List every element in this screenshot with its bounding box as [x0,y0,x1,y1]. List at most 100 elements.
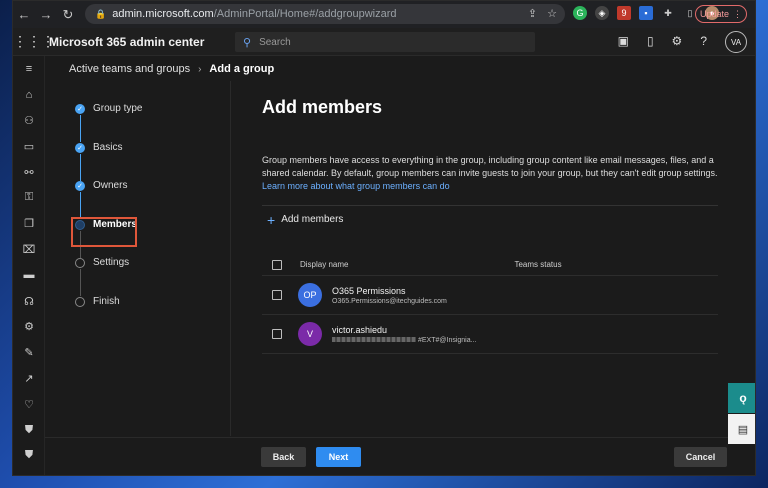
back-arrow-icon[interactable]: ← [13,4,35,26]
next-button[interactable]: Next [316,447,361,467]
lock-icon: 🔒 [95,8,107,19]
column-display-name[interactable]: Display name [300,260,348,269]
reload-icon[interactable]: ↻ [57,4,79,26]
step-check-icon: ✓ [75,142,85,153]
reports-chart-icon[interactable]: ↗ [13,366,45,392]
divider [262,205,718,206]
compliance-shield-icon[interactable]: ⛊ [13,443,45,469]
roles-icon[interactable]: ⚿ [13,185,45,211]
description: Group members have access to everything … [262,155,718,178]
vertical-divider [230,81,231,436]
account-avatar[interactable]: VA [725,31,747,53]
bookmark-star-icon[interactable]: ☆ [547,7,557,20]
step-owners[interactable]: ✓ Owners [75,180,142,219]
avatar: V [298,322,322,346]
row-checkbox[interactable] [272,290,282,300]
step-connector [79,115,81,142]
app-header: ⋮⋮⋮ Microsoft 365 admin center ⚲ Search … [13,28,755,56]
settings-icon[interactable]: ⚙ [13,314,45,340]
select-all-checkbox[interactable] [272,259,282,270]
description-text: Group members have access to everything … [262,154,726,193]
browser-toolbar: ← → ↻ 🔒 admin.microsoft.com /AdminPortal… [13,1,755,28]
step-label: Basics [93,141,123,153]
app-launcher-icon[interactable]: ⋮⋮⋮ [13,33,55,50]
puzzle-extensions-icon[interactable]: ✚ [661,6,675,20]
member-email: O365.Permissions@itechguides.com [332,297,447,305]
setup-wrench-icon[interactable]: ✎ [13,340,45,366]
step-label: Group type [93,103,143,114]
step-basics[interactable]: ✓ Basics [75,142,142,181]
step-group-type[interactable]: ✓ Group type [75,103,142,142]
breadcrumb-parent-link[interactable]: Active teams and groups [69,63,190,75]
step-connector [79,153,81,181]
redacted-text [332,337,416,343]
billing-bag-icon[interactable]: ⌧ [13,237,45,263]
home-icon[interactable]: ⌂ [13,82,45,108]
devices-icon[interactable]: ▭ [13,133,45,159]
health-heart-icon[interactable]: ♡ [13,391,45,417]
step-label: Owners [93,180,128,191]
settings-gear-icon[interactable]: ⚙ [672,34,683,48]
add-members-label: Add members [281,214,344,225]
step-check-icon: ✓ [75,104,85,114]
page-title: Add members [262,97,383,117]
plus-icon: + [267,211,276,228]
add-members-button[interactable]: + Add members [267,211,344,228]
step-settings[interactable]: Settings [75,257,142,296]
avatar: OP [298,283,322,307]
step-label: Settings [93,257,130,268]
extension-badge-icon[interactable]: 9 [617,6,631,20]
table-header: Display name Teams status [262,254,718,276]
hamburger-menu-icon[interactable]: ≡ [13,56,45,82]
forward-arrow-icon[interactable]: → [35,4,57,26]
member-name: victor.ashiedu [332,324,388,335]
step-pending-icon [75,258,85,268]
step-pending-icon [75,296,85,307]
shield-extension-icon[interactable]: ◈ [595,6,609,20]
breadcrumb: Active teams and groups › Add a group [69,63,274,75]
member-email-row: #EXT#@Insignia... [332,337,476,344]
share-icon[interactable]: ⇪ [528,7,537,20]
url-host: admin.microsoft.com [112,8,214,20]
step-connector [79,192,81,219]
update-label: Update [699,9,730,19]
groups-icon[interactable]: ⚯ [13,159,45,185]
assistant-icon[interactable]: ǫ [728,383,755,413]
left-nav-rail: ≡ ⌂ ⚇ ▭ ⚯ ⚿ ❐ ⌧ ▬ ☊ ⚙ ✎ ↗ ♡ ⛊ ⛊ [13,56,45,475]
breadcrumb-current: Add a group [209,63,275,75]
update-button[interactable]: Update ⋮ [695,5,747,23]
terminal-icon[interactable]: ▣ [618,34,629,48]
security-shield-icon[interactable]: ⛊ [13,417,45,443]
url-path: /AdminPortal/Home#/addgroupwizard [213,8,397,20]
kebab-menu-icon: ⋮ [733,8,743,19]
column-teams-status[interactable]: Teams status [514,260,561,269]
cancel-button[interactable]: Cancel [674,447,727,467]
grammarly-extension-icon[interactable]: G [573,6,587,20]
members-step-highlight [71,217,137,247]
step-label: Finish [93,295,120,307]
row-checkbox[interactable] [272,329,282,339]
table-row[interactable]: V victor.ashiedu #EXT#@Insignia... [262,315,718,354]
back-button[interactable]: Back [261,447,306,467]
user-icon[interactable]: ⚇ [13,108,45,134]
step-check-icon: ✓ [75,181,85,191]
search-placeholder: Search [259,36,291,48]
search-input[interactable]: ⚲ Search [235,32,535,52]
member-name: O365 Permissions [332,285,406,296]
table-row[interactable]: OP O365 Permissions O365.Permissions@ite… [262,276,718,315]
extension-icon[interactable]: ▪ [639,6,653,20]
resources-icon[interactable]: ❐ [13,211,45,237]
address-bar[interactable]: 🔒 admin.microsoft.com /AdminPortal/Home#… [85,4,565,24]
card-icon[interactable]: ▬ [13,262,45,288]
mobile-icon[interactable]: ▯ [647,34,654,48]
help-icon[interactable]: ? [700,34,707,48]
chat-feedback-icon[interactable]: ▤ [728,414,755,444]
step-finish[interactable]: Finish [75,296,142,335]
footer-divider [45,437,755,438]
search-icon: ⚲ [243,36,252,49]
member-email: #EXT#@Insignia... [418,336,477,344]
learn-more-link[interactable]: Learn more about what group members can … [262,181,450,191]
members-table: Display name Teams status OP O365 Permis… [262,254,718,354]
step-connector [79,269,81,296]
support-headset-icon[interactable]: ☊ [13,288,45,314]
